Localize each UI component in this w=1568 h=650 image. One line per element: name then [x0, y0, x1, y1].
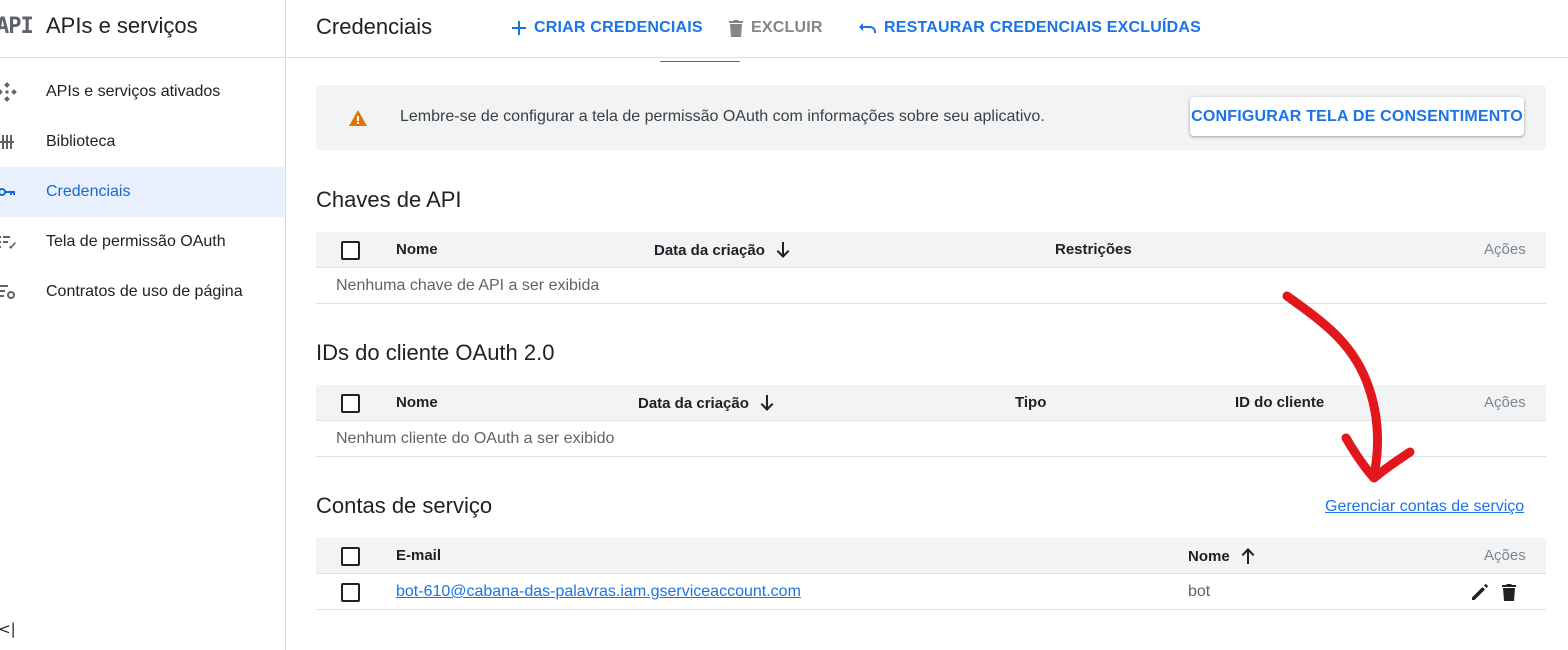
row-checkbox[interactable]: [341, 583, 360, 602]
diamond-dots-icon: [0, 82, 17, 102]
sidebar-item-label: Contratos de uso de página: [46, 283, 243, 300]
column-type[interactable]: Tipo: [1015, 394, 1046, 411]
sidebar-item-label: Tela de permissão OAuth: [46, 233, 226, 250]
settings-list-icon: [0, 285, 15, 299]
consent-screen-icon: [0, 236, 16, 249]
top-bar: Credenciais CRIAR CREDENCIAIS EXCLUIR RE…: [287, 0, 1568, 58]
select-all-checkbox[interactable]: [341, 241, 360, 260]
empty-message: Nenhuma chave de API a ser exibida: [336, 277, 600, 294]
configure-consent-screen-button[interactable]: CONFIGURAR TELA DE CONSENTIMENTO: [1190, 97, 1524, 136]
column-created[interactable]: Data da criação: [654, 241, 791, 259]
page-title: Credenciais: [316, 14, 433, 39]
delete-trash-icon[interactable]: [1500, 582, 1518, 602]
service-accounts-title: Contas de serviço: [316, 493, 493, 518]
library-icon: [0, 135, 14, 149]
restore-credentials-button[interactable]: RESTAURAR CREDENCIAIS EXCLUÍDAS: [858, 17, 1201, 39]
sidebar-item-label: Credenciais: [46, 183, 131, 200]
column-name[interactable]: Nome: [1188, 547, 1256, 565]
trash-icon: [729, 20, 743, 37]
sidebar-item-library[interactable]: Biblioteca: [0, 117, 285, 167]
undo-icon: [859, 23, 876, 33]
table-header: Nome Data da criação Restrições Ações: [316, 232, 1546, 268]
table-header: E-mail Nome Ações: [316, 538, 1546, 574]
plus-icon: [512, 21, 526, 35]
empty-message: Nenhum cliente do OAuth a ser exibido: [336, 430, 615, 447]
sidebar-nav: APIs e serviços ativados Biblioteca Cred…: [0, 67, 285, 317]
column-client-id[interactable]: ID do cliente: [1235, 394, 1324, 411]
service-account-email-link[interactable]: bot-610@cabana-das-palavras.iam.gservice…: [396, 583, 801, 601]
delete-button[interactable]: EXCLUIR: [727, 17, 823, 39]
edit-pencil-icon[interactable]: [1470, 582, 1490, 602]
column-created-label: Data da criação: [654, 241, 765, 259]
table-header: Nome Data da criação Tipo ID do cliente …: [316, 385, 1546, 421]
row-actions: [1470, 582, 1518, 602]
sidebar-item-label: Biblioteca: [46, 133, 116, 150]
sidebar-item-enabled-apis[interactable]: APIs e serviços ativados: [0, 67, 285, 117]
column-name[interactable]: Nome: [396, 394, 438, 411]
column-created[interactable]: Data da criação: [638, 394, 775, 412]
key-icon: [0, 188, 15, 196]
sidebar-title: APIs e serviços: [46, 13, 198, 38]
column-name[interactable]: Nome: [396, 241, 438, 258]
sidebar-item-oauth-consent[interactable]: Tela de permissão OAuth: [0, 217, 285, 267]
manage-service-accounts-link[interactable]: Gerenciar contas de serviço: [1325, 498, 1524, 516]
column-name-label: Nome: [1188, 547, 1230, 565]
sidebar-item-label: APIs e serviços ativados: [46, 83, 221, 100]
delete-label: EXCLUIR: [751, 19, 823, 36]
warning-icon: [349, 110, 367, 126]
column-actions: Ações: [1484, 241, 1526, 258]
arrow-up-icon: [1241, 548, 1255, 564]
restore-credentials-label: RESTAURAR CREDENCIAIS EXCLUÍDAS: [884, 19, 1202, 36]
arrow-down-icon: [776, 242, 790, 258]
column-created-label: Data da criação: [638, 394, 749, 412]
column-actions: Ações: [1484, 547, 1526, 564]
sidebar: API APIs e serviços APIs e serviços ativ…: [0, 0, 286, 650]
empty-row: Nenhuma chave de API a ser exibida: [316, 268, 1546, 304]
service-account-name: bot: [1188, 583, 1211, 600]
select-all-checkbox[interactable]: [341, 547, 360, 566]
oauth-warning-banner: Lembre-se de configurar a tela de permis…: [316, 85, 1546, 150]
scrolled-content-fragment: [660, 59, 740, 62]
sidebar-item-page-usage[interactable]: Contratos de uso de página: [0, 267, 285, 317]
sidebar-item-credentials[interactable]: Credenciais: [0, 167, 285, 217]
column-email[interactable]: E-mail: [396, 547, 441, 564]
service-accounts-table: E-mail Nome Ações bot-610@cabana-das-pal…: [316, 538, 1546, 610]
oauth-clients-table: Nome Data da criação Tipo ID do cliente …: [316, 385, 1546, 457]
main-content: Lembre-se de configurar a tela de permis…: [287, 59, 1568, 650]
create-credentials-label: CRIAR CREDENCIAIS: [534, 19, 703, 36]
api-keys-table: Nome Data da criação Restrições Ações Ne…: [316, 232, 1546, 304]
column-restrictions: Restrições: [1055, 241, 1132, 258]
oauth-clients-title: IDs do cliente OAuth 2.0: [316, 340, 555, 365]
select-all-checkbox[interactable]: [341, 394, 360, 413]
api-keys-title: Chaves de API: [316, 187, 462, 212]
collapse-sidebar-icon[interactable]: <|: [0, 620, 16, 638]
empty-row: Nenhum cliente do OAuth a ser exibido: [316, 421, 1546, 457]
table-row: bot-610@cabana-das-palavras.iam.gservice…: [316, 574, 1546, 610]
banner-message: Lembre-se de configurar a tela de permis…: [400, 108, 1045, 125]
create-credentials-button[interactable]: CRIAR CREDENCIAIS: [510, 17, 703, 39]
column-actions: Ações: [1484, 394, 1526, 411]
api-logo: API: [0, 14, 34, 39]
arrow-down-icon: [760, 395, 774, 411]
sidebar-header: API APIs e serviços: [0, 0, 285, 58]
